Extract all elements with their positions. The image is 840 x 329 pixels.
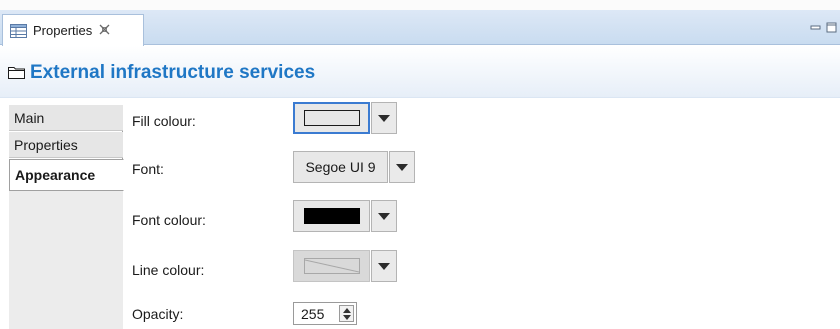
properties-view-tab[interactable]: Properties [2,14,144,46]
tab-appearance[interactable]: Appearance [9,159,124,191]
window-top-strip [0,0,840,10]
opacity-value[interactable]: 255 [301,306,335,322]
chevron-down-icon [378,114,390,122]
line-colour-label: Line colour: [132,262,205,278]
fill-colour-label: Fill colour: [132,113,196,129]
view-tab-bar: Properties [0,10,840,46]
font-colour-button[interactable] [293,200,370,232]
section-tabs: Main Properties Appearance [9,105,124,329]
fill-colour-swatch [303,110,360,126]
font-label: Font: [132,161,164,177]
opacity-label: Opacity: [132,306,184,322]
chevron-down-icon [378,212,390,220]
tab-main[interactable]: Main [9,105,123,131]
fill-colour-button[interactable] [293,102,370,134]
line-colour-dropdown[interactable] [371,250,397,282]
page-title: External infrastructure services [30,62,316,83]
maximize-icon[interactable] [826,21,837,33]
chevron-down-icon [396,163,408,171]
chevron-down-icon [378,262,390,270]
folder-icon [8,66,25,79]
font-colour-dropdown[interactable] [371,200,397,232]
tab-properties[interactable]: Properties [9,132,123,158]
font-button[interactable]: Segoe UI 9 [293,151,388,183]
opacity-spinner[interactable]: 255 [293,302,357,325]
tab-list-background [9,191,123,329]
line-colour-swatch [303,258,360,274]
header-divider [0,97,840,98]
spin-down-icon[interactable] [343,315,351,320]
view-tab-title: Properties [33,23,93,38]
font-colour-label: Font colour: [132,212,206,228]
spinner-arrows[interactable] [339,305,354,322]
properties-header: External infrastructure services [0,46,840,98]
properties-table-icon [10,23,27,38]
close-icon[interactable] [99,23,110,38]
minimize-icon[interactable] [810,21,821,32]
line-colour-button [293,250,370,282]
fill-colour-dropdown[interactable] [371,102,397,134]
spin-up-icon[interactable] [343,308,351,313]
font-colour-swatch [303,208,360,224]
font-dropdown[interactable] [389,151,415,183]
